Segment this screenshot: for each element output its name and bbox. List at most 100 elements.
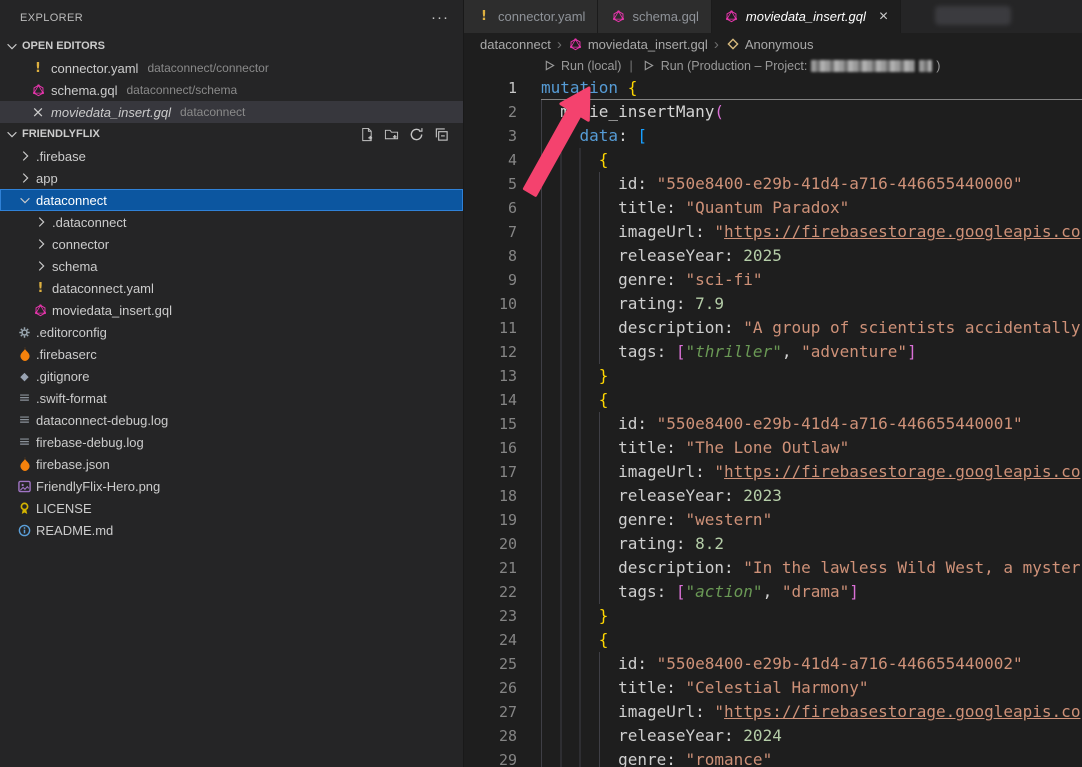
tab-schema.gql[interactable]: schema.gql bbox=[598, 0, 711, 33]
code-line[interactable]: 16 title: "The Lone Outlaw" bbox=[464, 436, 1082, 460]
tree-item-label: .firebaserc bbox=[36, 347, 97, 362]
code-line[interactable]: 15 id: "550e8400-e29b-41d4-a716-44665544… bbox=[464, 412, 1082, 436]
graphql-icon bbox=[568, 36, 584, 52]
line-number: 24 bbox=[464, 628, 517, 652]
doc-icon: ≡ bbox=[17, 434, 33, 450]
tree-item-.firebase[interactable]: .firebase bbox=[0, 145, 463, 167]
code-line[interactable]: 14 { bbox=[464, 388, 1082, 412]
open-editors-header[interactable]: OPEN EDITORS bbox=[0, 35, 463, 57]
tree-item-moviedata_insert.gql[interactable]: moviedata_insert.gql bbox=[0, 299, 463, 321]
more-actions-icon[interactable]: ··· bbox=[431, 9, 449, 26]
tree-item-.editorconfig[interactable]: .editorconfig bbox=[0, 321, 463, 343]
tab-connector.yaml[interactable]: !connector.yaml bbox=[464, 0, 598, 33]
code-line[interactable]: 11 description: "A group of scientists a… bbox=[464, 316, 1082, 340]
code-line[interactable]: 5 id: "550e8400-e29b-41d4-a716-446655440… bbox=[464, 172, 1082, 196]
tree-item-README.md[interactable]: README.md bbox=[0, 519, 463, 541]
new-folder-icon[interactable] bbox=[383, 126, 399, 142]
breadcrumb-item-dataconnect[interactable]: dataconnect bbox=[480, 37, 551, 52]
line-number: 14 bbox=[464, 388, 517, 412]
line-number: 22 bbox=[464, 580, 517, 604]
code-line-content: id: "550e8400-e29b-41d4-a716-44665544000… bbox=[541, 412, 1082, 436]
breadcrumb-item-moviedata_insert.gql[interactable]: moviedata_insert.gql bbox=[568, 36, 708, 52]
code-line[interactable]: 26 title: "Celestial Harmony" bbox=[464, 676, 1082, 700]
workspace-header[interactable]: FRIENDLYFLIX bbox=[0, 123, 463, 145]
tree-item-.dataconnect[interactable]: .dataconnect bbox=[0, 211, 463, 233]
code-line[interactable]: 7 imageUrl: "https://firebasestorage.goo… bbox=[464, 220, 1082, 244]
code-line[interactable]: 10 rating: 7.9 bbox=[464, 292, 1082, 316]
tree-item-dataconnect.yaml[interactable]: !dataconnect.yaml bbox=[0, 277, 463, 299]
code-line[interactable]: 3 data: [ bbox=[464, 124, 1082, 148]
new-file-icon[interactable] bbox=[358, 126, 374, 142]
run-local-link[interactable]: Run (local) bbox=[541, 58, 621, 74]
line-number: 10 bbox=[464, 292, 517, 316]
codelens-separator: | bbox=[627, 59, 634, 73]
code-line-content: description: "In the lawless Wild West, … bbox=[541, 556, 1082, 580]
yaml-warning-icon: ! bbox=[33, 280, 49, 296]
open-editor-item[interactable]: schema.gqldataconnect/schema bbox=[0, 79, 463, 101]
open-editor-item[interactable]: !connector.yamldataconnect/connector bbox=[0, 57, 463, 79]
code-line[interactable]: 24 { bbox=[464, 628, 1082, 652]
graphql-icon bbox=[30, 82, 46, 98]
open-editors-list: !connector.yamldataconnect/connectorsche… bbox=[0, 57, 463, 123]
code-line[interactable]: 27 imageUrl: "https://firebasestorage.go… bbox=[464, 700, 1082, 724]
code-line[interactable]: 22 tags: ["action", "drama"] bbox=[464, 580, 1082, 604]
tab-moviedata_insert.gql[interactable]: moviedata_insert.gql × bbox=[712, 0, 901, 33]
breadcrumb-item-Anonymous[interactable]: Anonymous bbox=[725, 36, 814, 52]
open-editor-filename: connector.yaml bbox=[51, 61, 138, 76]
tree-item-label: FriendlyFlix-Hero.png bbox=[36, 479, 160, 494]
code-line[interactable]: 4 { bbox=[464, 148, 1082, 172]
tab-label: moviedata_insert.gql bbox=[746, 9, 866, 24]
tree-item-FriendlyFlix-Hero.png[interactable]: FriendlyFlix-Hero.png bbox=[0, 475, 463, 497]
line-number: 5 bbox=[464, 172, 517, 196]
refresh-icon[interactable] bbox=[408, 126, 424, 142]
code-line-content: description: "A group of scientists acci… bbox=[541, 316, 1082, 340]
tree-item-label: moviedata_insert.gql bbox=[52, 303, 172, 318]
code-line[interactable]: 6 title: "Quantum Paradox" bbox=[464, 196, 1082, 220]
tree-item-firebase-debug.log[interactable]: ≡firebase-debug.log bbox=[0, 431, 463, 453]
chevron-down-icon bbox=[4, 126, 20, 142]
tree-item-schema[interactable]: schema bbox=[0, 255, 463, 277]
code-line[interactable]: 20 rating: 8.2 bbox=[464, 532, 1082, 556]
tree-item-label: .editorconfig bbox=[36, 325, 107, 340]
code-line[interactable]: 12 tags: ["thriller", "adventure"] bbox=[464, 340, 1082, 364]
code-line-content: title: "Quantum Paradox" bbox=[541, 196, 1082, 220]
close-icon[interactable]: × bbox=[30, 104, 46, 120]
code-line[interactable]: 21 description: "In the lawless Wild Wes… bbox=[464, 556, 1082, 580]
tree-item-.swift-format[interactable]: ≡.swift-format bbox=[0, 387, 463, 409]
code-line[interactable]: 23 } bbox=[464, 604, 1082, 628]
tree-item-LICENSE[interactable]: LICENSE bbox=[0, 497, 463, 519]
code-line-content: tags: ["thriller", "adventure"] bbox=[541, 340, 1082, 364]
tree-item-dataconnect[interactable]: dataconnect bbox=[0, 189, 463, 211]
tree-item-firebase.json[interactable]: firebase.json bbox=[0, 453, 463, 475]
tree-item-.firebaserc[interactable]: .firebaserc bbox=[0, 343, 463, 365]
chevron-down-icon bbox=[17, 192, 33, 208]
line-number: 2 bbox=[464, 100, 517, 124]
tree-item-connector[interactable]: connector bbox=[0, 233, 463, 255]
tree-item-app[interactable]: app bbox=[0, 167, 463, 189]
tree-item-.gitignore[interactable]: ◆.gitignore bbox=[0, 365, 463, 387]
run-production-link[interactable]: Run (Production – Project: ) bbox=[641, 58, 941, 74]
close-icon[interactable]: × bbox=[879, 9, 888, 25]
code-line[interactable]: 9 genre: "sci-fi" bbox=[464, 268, 1082, 292]
code-line[interactable]: 29 genre: "romance" bbox=[464, 748, 1082, 767]
code-line[interactable]: 18 releaseYear: 2023 bbox=[464, 484, 1082, 508]
code-line[interactable]: 2 movie_insertMany( bbox=[464, 100, 1082, 124]
line-number: 28 bbox=[464, 724, 517, 748]
code-line[interactable]: 28 releaseYear: 2024 bbox=[464, 724, 1082, 748]
code-line[interactable]: 8 releaseYear: 2025 bbox=[464, 244, 1082, 268]
collapse-all-icon[interactable] bbox=[433, 126, 449, 142]
chevron-right-icon bbox=[17, 148, 33, 164]
code-line[interactable]: 1mutation { bbox=[464, 76, 1082, 100]
code-lines: 1mutation {2 movie_insertMany(3 data: [4… bbox=[464, 76, 1082, 767]
code-line[interactable]: 17 imageUrl: "https://firebasestorage.go… bbox=[464, 460, 1082, 484]
open-editor-item[interactable]: ×moviedata_insert.gqldataconnect bbox=[0, 101, 463, 123]
code-line[interactable]: 19 genre: "western" bbox=[464, 508, 1082, 532]
line-number: 15 bbox=[464, 412, 517, 436]
open-editor-filename: schema.gql bbox=[51, 83, 117, 98]
code-line[interactable]: 25 id: "550e8400-e29b-41d4-a716-44665544… bbox=[464, 652, 1082, 676]
tree-item-label: firebase.json bbox=[36, 457, 110, 472]
redacted-project-name bbox=[811, 60, 915, 72]
code-line[interactable]: 13 } bbox=[464, 364, 1082, 388]
open-editor-filename: moviedata_insert.gql bbox=[51, 105, 171, 120]
tree-item-dataconnect-debug.log[interactable]: ≡dataconnect-debug.log bbox=[0, 409, 463, 431]
